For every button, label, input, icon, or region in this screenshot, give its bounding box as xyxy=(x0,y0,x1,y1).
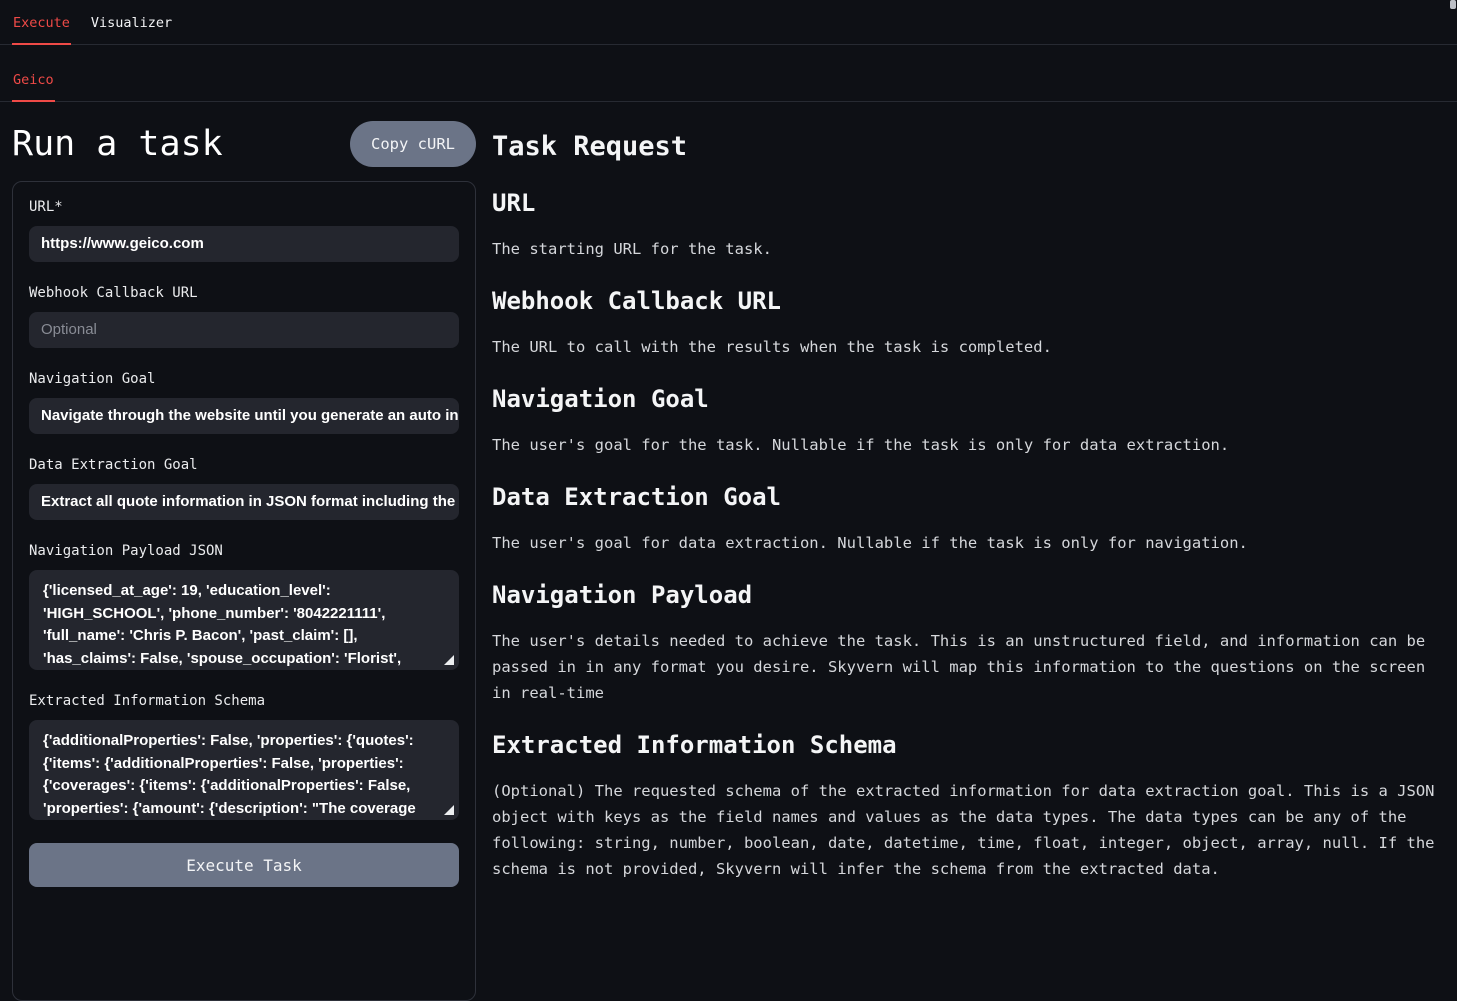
extracted-schema-label: Extracted Information Schema xyxy=(29,693,459,709)
navigation-payload-label: Navigation Payload JSON xyxy=(29,543,459,559)
doc-section-navigation-payload: Navigation Payload The user's details ne… xyxy=(492,580,1438,706)
webhook-callback-url-label: Webhook Callback URL xyxy=(29,285,459,301)
doc-heading-url: URL xyxy=(492,188,1438,218)
resize-handle-icon[interactable] xyxy=(444,805,454,815)
tab-visualizer[interactable]: Visualizer xyxy=(90,15,173,45)
main-content: Run a task Copy cURL URL* https://www.ge… xyxy=(0,102,1457,1001)
doc-body-extracted-schema: (Optional) The requested schema of the e… xyxy=(492,778,1438,882)
url-input[interactable]: https://www.geico.com xyxy=(29,226,459,262)
navigation-goal-label: Navigation Goal xyxy=(29,371,459,387)
doc-section-extracted-schema: Extracted Information Schema (Optional) … xyxy=(492,730,1438,882)
doc-section-data-extraction-goal: Data Extraction Goal The user's goal for… xyxy=(492,482,1438,556)
docs-panel: Task Request URL The starting URL for th… xyxy=(492,102,1438,1001)
doc-heading-navigation-goal: Navigation Goal xyxy=(492,384,1438,414)
doc-section-webhook: Webhook Callback URL The URL to call wit… xyxy=(492,286,1438,360)
task-form-header: Run a task Copy cURL xyxy=(12,119,476,168)
doc-body-url: The starting URL for the task. xyxy=(492,236,1438,262)
doc-heading-extracted-schema: Extracted Information Schema xyxy=(492,730,1438,760)
doc-body-navigation-goal: The user's goal for the task. Nullable i… xyxy=(492,432,1438,458)
navigation-goal-input[interactable]: Navigate through the website until you g… xyxy=(29,398,459,434)
copy-curl-button[interactable]: Copy cURL xyxy=(350,121,476,167)
docs-title: Task Request xyxy=(492,130,1438,164)
resize-handle-icon[interactable] xyxy=(444,655,454,665)
doc-heading-webhook: Webhook Callback URL xyxy=(492,286,1438,316)
task-form-card: URL* https://www.geico.com Webhook Callb… xyxy=(12,181,476,1001)
extracted-schema-text: {'additionalProperties': False, 'propert… xyxy=(43,732,416,817)
tab-geico[interactable]: Geico xyxy=(12,72,55,102)
doc-heading-navigation-payload: Navigation Payload xyxy=(492,580,1438,610)
navigation-payload-textarea[interactable]: {'licensed_at_age': 19, 'education_level… xyxy=(29,570,459,670)
doc-section-url: URL The starting URL for the task. xyxy=(492,188,1438,262)
webhook-callback-url-input[interactable]: Optional xyxy=(29,312,459,348)
execute-task-button[interactable]: Execute Task xyxy=(29,843,459,887)
top-navigation: Execute Visualizer xyxy=(0,0,1457,45)
extracted-schema-textarea[interactable]: {'additionalProperties': False, 'propert… xyxy=(29,720,459,820)
url-label: URL* xyxy=(29,199,459,215)
doc-body-navigation-payload: The user's details needed to achieve the… xyxy=(492,628,1438,706)
data-extraction-goal-input[interactable]: Extract all quote information in JSON fo… xyxy=(29,484,459,520)
tab-execute[interactable]: Execute xyxy=(12,15,71,45)
scrollbar-thumb[interactable] xyxy=(1450,0,1456,9)
task-form-column: Run a task Copy cURL URL* https://www.ge… xyxy=(12,102,476,1001)
doc-body-webhook: The URL to call with the results when th… xyxy=(492,334,1438,360)
page-title: Run a task xyxy=(12,124,223,164)
sub-navigation: Geico xyxy=(0,45,1457,102)
doc-body-data-extraction-goal: The user's goal for data extraction. Nul… xyxy=(492,530,1438,556)
doc-section-navigation-goal: Navigation Goal The user's goal for the … xyxy=(492,384,1438,458)
data-extraction-goal-label: Data Extraction Goal xyxy=(29,457,459,473)
doc-heading-data-extraction-goal: Data Extraction Goal xyxy=(492,482,1438,512)
navigation-payload-text: {'licensed_at_age': 19, 'education_level… xyxy=(43,582,401,670)
